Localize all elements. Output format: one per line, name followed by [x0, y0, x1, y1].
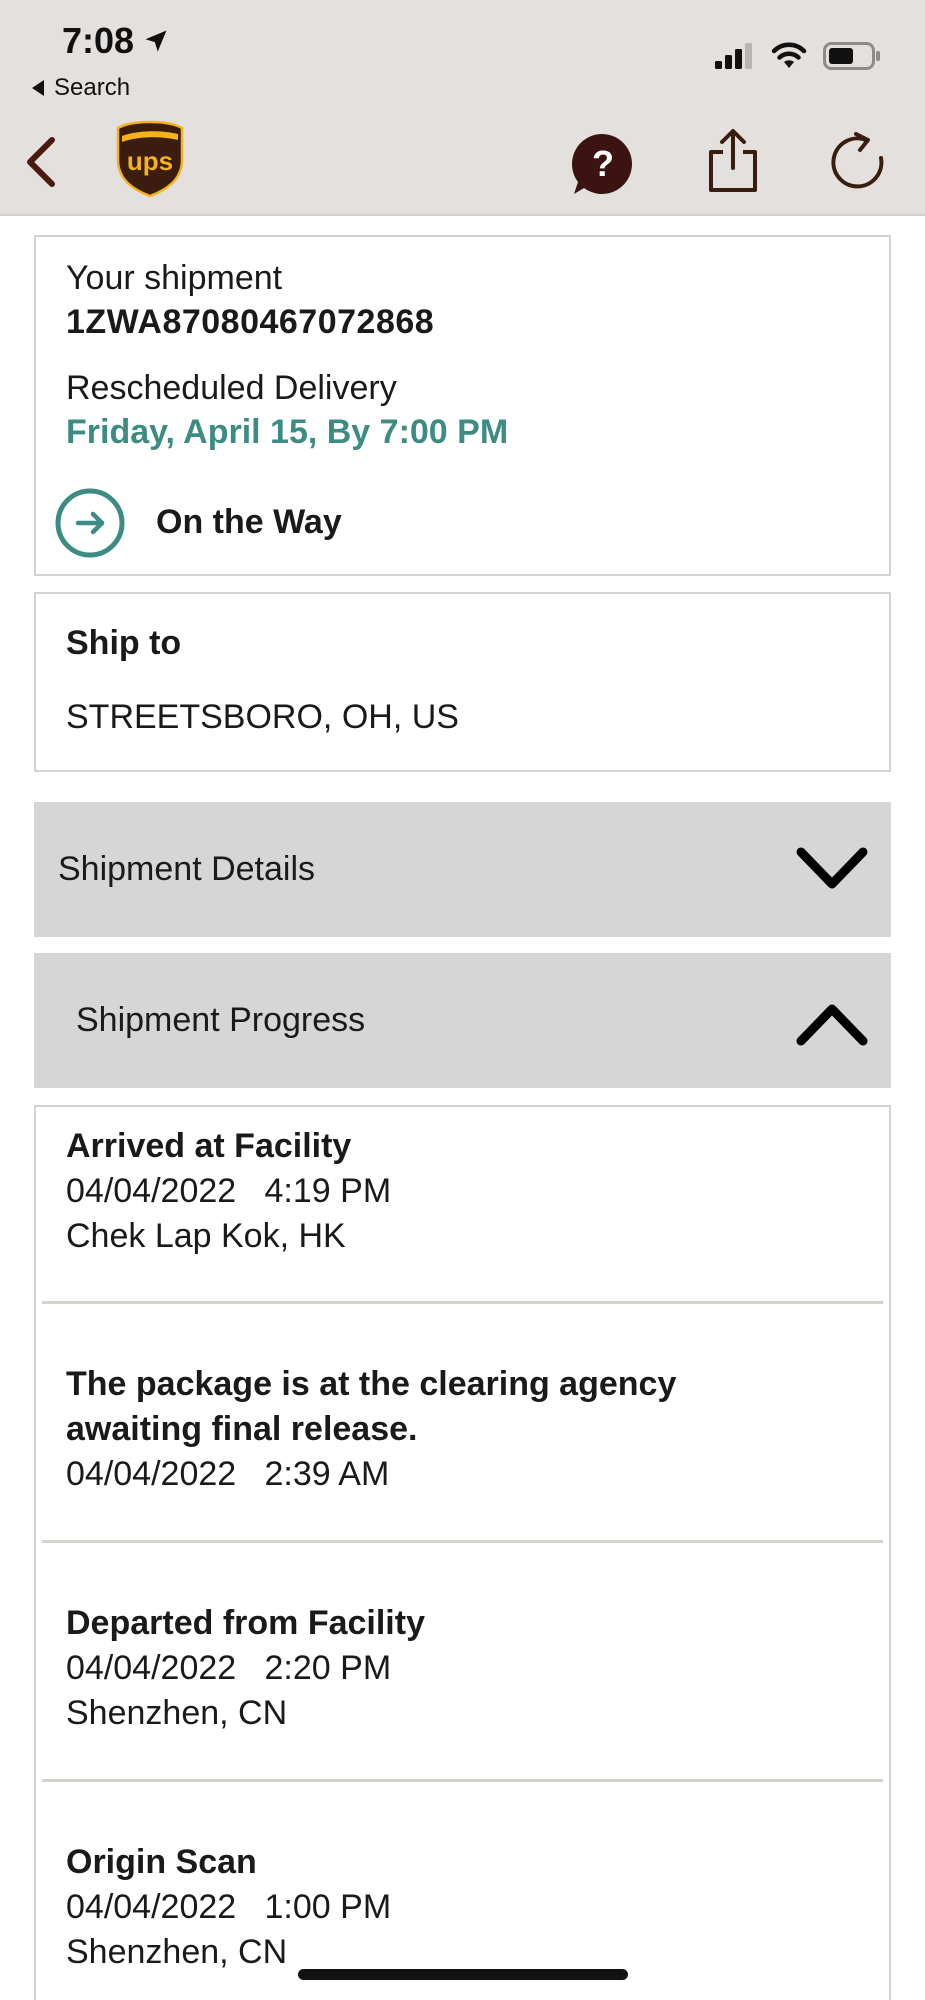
event-time: 2:20 PM [264, 1649, 392, 1687]
event-location: Chek Lap Kok, HK [66, 1217, 346, 1255]
battery-icon [823, 42, 880, 70]
event-divider [42, 1301, 883, 1304]
event-date: 04/04/2022 [66, 1888, 237, 1926]
shipment-details-accordion[interactable]: Shipment Details [34, 802, 891, 937]
delivery-label: Rescheduled Delivery [66, 369, 397, 407]
chevron-down-icon [796, 847, 868, 889]
help-bubble-icon[interactable]: ? [570, 132, 634, 196]
event-date: 04/04/2022 [66, 1649, 237, 1687]
shipment-details-label: Shipment Details [58, 850, 316, 888]
event-location: Shenzhen, CN [66, 1694, 288, 1732]
delivery-date: Friday, April 15, By 7:00 PM [66, 413, 509, 451]
share-icon[interactable] [706, 128, 760, 194]
event-divider [42, 1540, 883, 1543]
status-time-text: 7:08 [62, 20, 135, 61]
progress-events-list: Arrived at Facility 04/04/2022 4:19 PM C… [34, 1105, 891, 2000]
event-title-line2: awaiting final release. [66, 1410, 418, 1448]
svg-text:?: ? [592, 143, 614, 184]
ups-logo-text: ups [127, 146, 173, 176]
event-title: Origin Scan [66, 1843, 257, 1881]
location-arrow-icon [145, 30, 167, 52]
back-to-search[interactable]: Search [30, 74, 130, 102]
chevron-left-icon[interactable] [18, 134, 62, 190]
ship-to-card: Ship to STREETSBORO, OH, US [34, 592, 891, 772]
shipment-summary-card: Your shipment 1ZWA87080467072868 Resched… [34, 235, 891, 576]
refresh-icon[interactable] [830, 130, 888, 192]
event-title: Departed from Facility [66, 1604, 425, 1642]
event-datetime: 04/04/2022 1:00 PM [66, 1888, 391, 1927]
event-title: Arrived at Facility [66, 1127, 352, 1165]
back-triangle-icon [32, 80, 44, 96]
event-datetime: 04/04/2022 2:20 PM [66, 1649, 391, 1688]
ship-to-address: STREETSBORO, OH, US [66, 698, 459, 736]
status-time: 7:08 [62, 20, 170, 62]
event-location: Shenzhen, CN [66, 1933, 288, 1971]
event-datetime: 04/04/2022 2:39 AM [66, 1455, 389, 1494]
shipment-progress-label: Shipment Progress [76, 1001, 366, 1039]
event-title-line1: The package is at the clearing agency [66, 1365, 677, 1403]
event-time: 4:19 PM [264, 1172, 392, 1210]
home-indicator[interactable] [298, 1969, 628, 1980]
event-divider [42, 1779, 883, 1782]
app-header: 7:08 Search ups ? [0, 0, 925, 216]
event-time: 2:39 AM [264, 1455, 390, 1493]
shipment-status: On the Way [156, 503, 342, 541]
event-datetime: 04/04/2022 4:19 PM [66, 1172, 391, 1211]
your-shipment-label: Your shipment [66, 259, 283, 297]
ups-shield-logo: ups [116, 120, 184, 198]
chevron-up-icon [796, 1004, 868, 1046]
event-date: 04/04/2022 [66, 1455, 237, 1493]
status-icons [715, 42, 881, 70]
arrow-circle-icon [55, 488, 125, 558]
back-app-label: Search [54, 74, 131, 101]
wifi-icon [771, 42, 807, 68]
event-date: 04/04/2022 [66, 1172, 237, 1210]
shipment-progress-accordion[interactable]: Shipment Progress [34, 953, 891, 1088]
event-time: 1:00 PM [264, 1888, 392, 1926]
cellular-signal-icon [715, 43, 752, 69]
ship-to-label: Ship to [66, 624, 182, 662]
tracking-number[interactable]: 1ZWA87080467072868 [66, 303, 434, 342]
